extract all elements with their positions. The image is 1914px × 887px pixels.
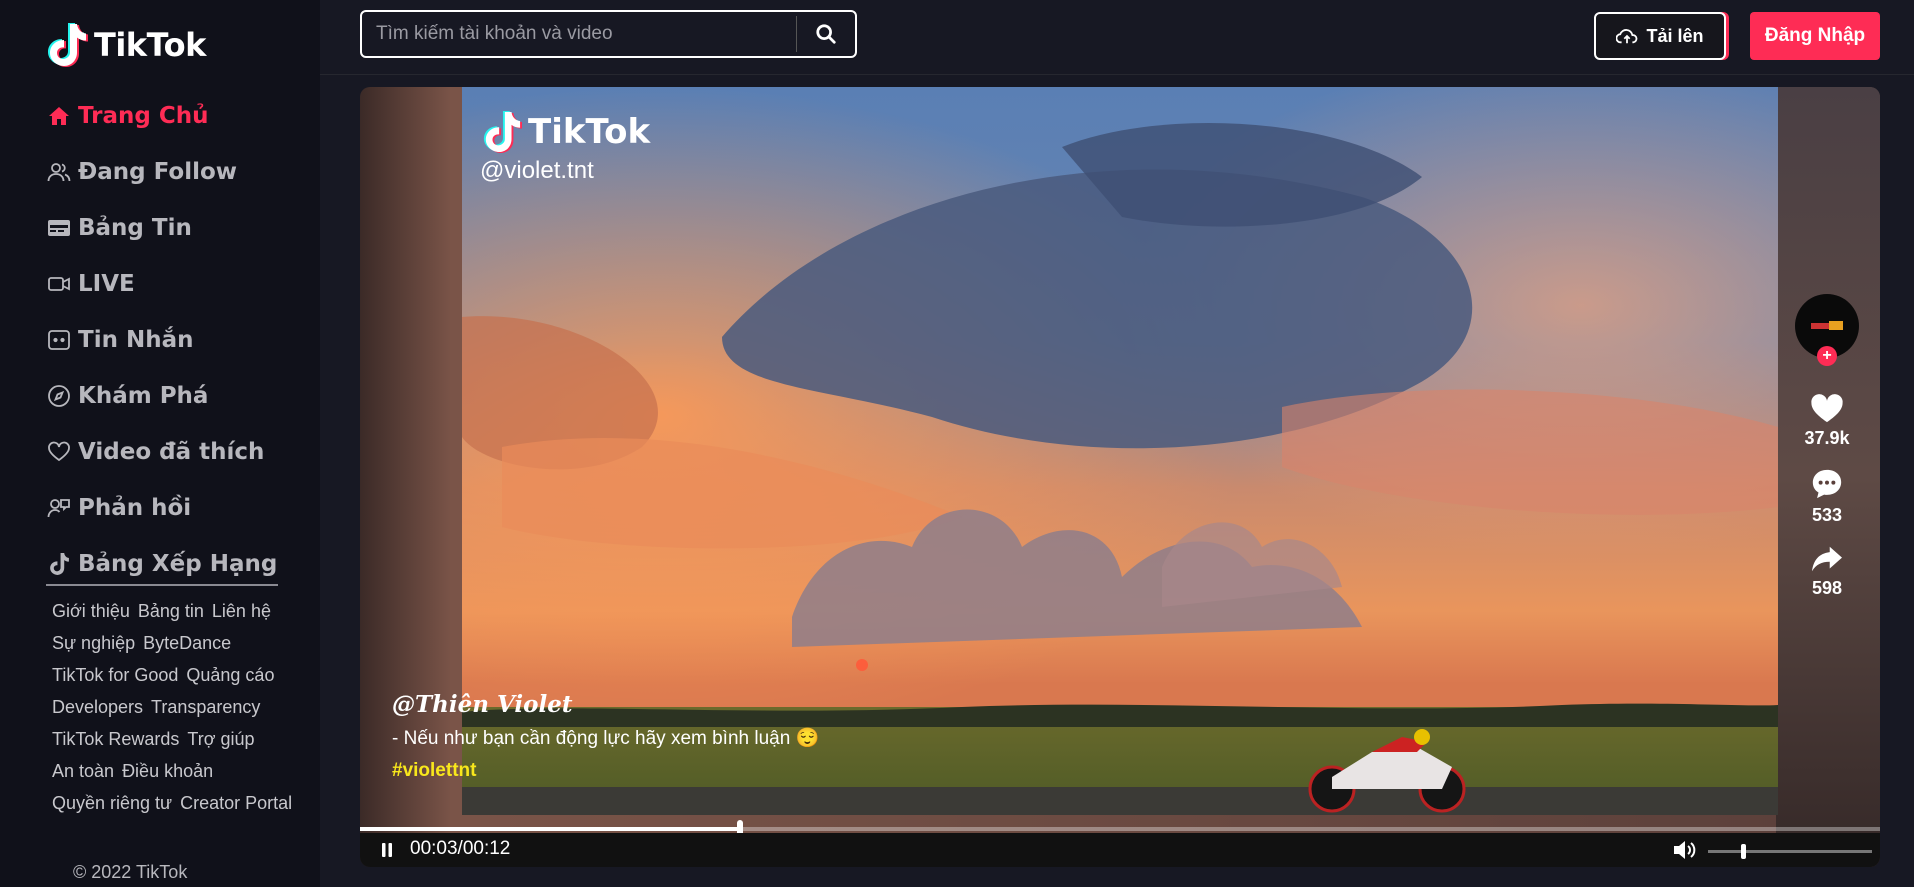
- footer-link[interactable]: ByteDance: [143, 632, 231, 654]
- logo-text: TikTok: [94, 26, 206, 64]
- footer-link[interactable]: An toàn: [52, 760, 114, 782]
- pause-icon: [382, 843, 392, 857]
- volume-icon: [1674, 841, 1696, 859]
- home-icon: [46, 103, 72, 129]
- player-controls: 00:03/00:12: [360, 833, 1880, 867]
- upload-button[interactable]: Tải lên: [1594, 12, 1726, 60]
- sidebar-item-label: Tin Nhắn: [78, 327, 194, 353]
- tiktok-logo[interactable]: TikTok: [46, 22, 206, 68]
- video-caption: @Thiên Violet - Nếu như bạn cần động lực…: [392, 691, 819, 782]
- footer-links: Giới thiệu Bảng tin Liên hệ Sự nghiệp By…: [52, 600, 302, 814]
- tiktok-note-icon: [48, 23, 88, 67]
- watermark-username: @violet.tnt: [480, 157, 594, 184]
- sidebar-item-explore[interactable]: Khám Phá: [46, 368, 282, 424]
- compass-icon: [46, 383, 72, 409]
- sidebar-item-label: Video đã thích: [78, 439, 265, 465]
- footer-link[interactable]: Sự nghiệp: [52, 632, 135, 654]
- users-icon: [46, 159, 72, 185]
- sidebar-item-liked-videos[interactable]: Video đã thích: [46, 424, 282, 480]
- tiktok-note-icon: [46, 551, 72, 577]
- sidebar-item-feed[interactable]: Bảng Tin: [46, 200, 282, 256]
- watermark-logo-text: TikTok: [528, 112, 651, 152]
- heart-icon: [46, 439, 72, 465]
- share-icon: [1812, 546, 1842, 572]
- volume-button[interactable]: [1672, 839, 1698, 866]
- footer-link[interactable]: Quyền riêng tư: [52, 792, 172, 814]
- share-count: 598: [1811, 578, 1843, 598]
- footer-link[interactable]: Bảng tin: [138, 600, 204, 622]
- search-input[interactable]: [362, 12, 796, 56]
- footer-link[interactable]: Developers: [52, 696, 143, 718]
- heart-icon: [1811, 394, 1843, 423]
- share-action[interactable]: 598: [1810, 544, 1844, 599]
- footer-link[interactable]: TikTok for Good: [52, 664, 178, 686]
- comment-count: 533: [1811, 505, 1843, 525]
- sidebar-item-live[interactable]: LIVE: [46, 256, 282, 312]
- sidebar-item-label: Đang Follow: [78, 159, 238, 185]
- sidebar-item-label: Khám Phá: [78, 383, 209, 409]
- sidebar-nav: Trang Chủ Đang Follow Bảng Tin LIVE Tin …: [46, 88, 282, 592]
- action-bar: + 37.9k 533 598: [1787, 294, 1867, 599]
- footer-link[interactable]: Creator Portal: [180, 792, 292, 814]
- live-video-icon: [46, 271, 72, 297]
- footer-link[interactable]: Giới thiệu: [52, 600, 130, 622]
- sidebar-item-following[interactable]: Đang Follow: [46, 144, 282, 200]
- volume-slider[interactable]: [1708, 844, 1872, 859]
- cloud-upload-icon: [1616, 29, 1638, 44]
- feedback-icon: [46, 495, 72, 521]
- sidebar: TikTok Trang Chủ Đang Follow Bảng Tin LI…: [0, 0, 320, 887]
- search-icon: [816, 24, 836, 44]
- avatar-image: [1811, 321, 1843, 330]
- footer-link[interactable]: Trợ giúp: [187, 728, 254, 750]
- progress-fill: [360, 827, 740, 831]
- volume-handle[interactable]: [1740, 844, 1746, 859]
- login-button[interactable]: Đăng Nhập: [1750, 12, 1880, 60]
- footer-link[interactable]: Điều khoản: [122, 760, 213, 782]
- search-box: [360, 10, 857, 58]
- search-button[interactable]: [797, 12, 855, 56]
- sidebar-item-home[interactable]: Trang Chủ: [46, 88, 282, 144]
- watermark-logo: TikTok: [482, 109, 650, 155]
- sidebar-item-messages[interactable]: Tin Nhắn: [46, 312, 282, 368]
- tiktok-note-icon: [483, 111, 522, 153]
- top-bar: Tải lên Đăng Nhập: [320, 0, 1914, 75]
- feed-icon: [46, 215, 72, 241]
- pause-button[interactable]: [380, 842, 394, 863]
- sidebar-item-label: LIVE: [78, 271, 135, 297]
- sidebar-item-label: Trang Chủ: [78, 103, 209, 129]
- comment-icon: [1812, 469, 1842, 499]
- copyright: © 2022 TikTok: [73, 862, 188, 882]
- upload-label: Tải lên: [1646, 25, 1704, 46]
- sidebar-divider: [46, 584, 278, 586]
- sidebar-item-label: Bảng Tin: [78, 215, 192, 241]
- footer-link[interactable]: Quảng cáo: [186, 664, 274, 686]
- comment-action[interactable]: 533: [1810, 467, 1844, 526]
- tiktok-watermark: TikTok @violet.tnt: [480, 109, 650, 185]
- progress-bar[interactable]: [360, 820, 1880, 836]
- sidebar-item-label: Bảng Xếp Hạng: [78, 551, 278, 577]
- footer-link[interactable]: Transparency: [151, 696, 260, 718]
- hashtag[interactable]: #violettnt: [392, 760, 819, 782]
- sidebar-item-label: Phản hồi: [78, 495, 192, 521]
- time-display: 00:03/00:12: [410, 838, 511, 859]
- footer-link[interactable]: TikTok Rewards: [52, 728, 179, 750]
- footer-link[interactable]: Liên hệ: [212, 600, 271, 622]
- like-action[interactable]: 37.9k: [1804, 392, 1850, 449]
- video-description: - Nếu như bạn cần động lực hãy xem bình …: [392, 728, 820, 749]
- avatar[interactable]: +: [1795, 294, 1859, 366]
- author-name[interactable]: @Thiên Violet: [392, 691, 819, 718]
- video-player[interactable]: TikTok @violet.tnt @Thiên Violet - Nếu n…: [360, 87, 1880, 867]
- message-icon: [46, 327, 72, 353]
- like-count: 37.9k: [1804, 428, 1850, 448]
- follow-plus-icon[interactable]: +: [1817, 346, 1837, 366]
- sidebar-item-feedback[interactable]: Phản hồi: [46, 480, 282, 536]
